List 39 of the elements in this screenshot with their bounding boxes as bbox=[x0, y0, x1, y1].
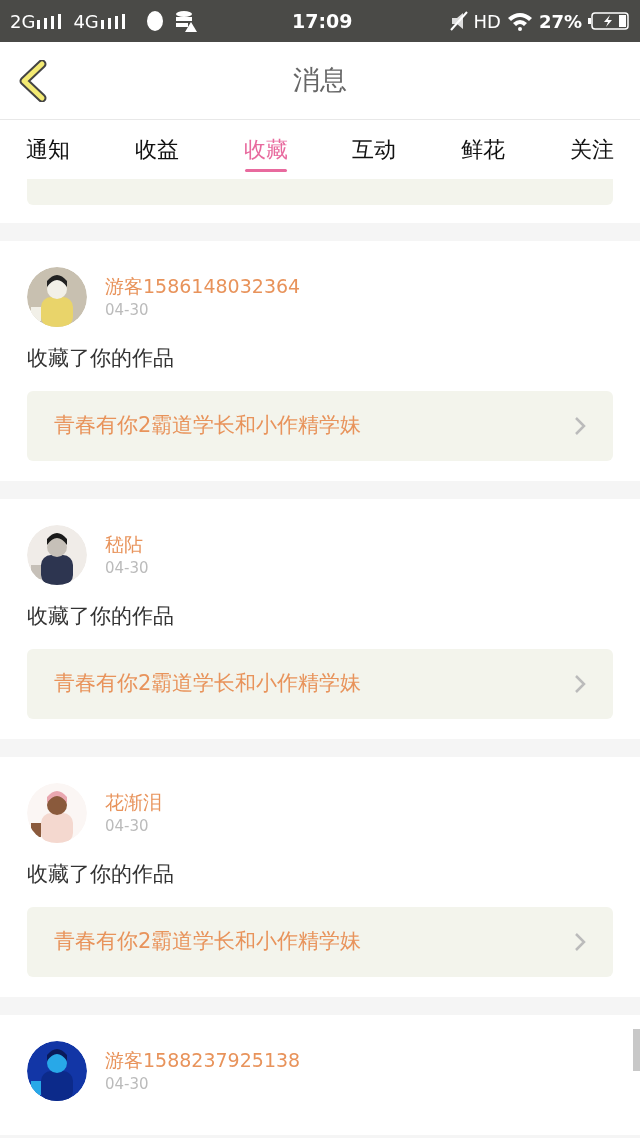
back-icon[interactable] bbox=[18, 59, 48, 102]
message-date: 04-30 bbox=[105, 816, 150, 836]
tab[interactable]: 鲜花 bbox=[461, 120, 506, 179]
battery-percent: 27% bbox=[538, 9, 582, 34]
message-text: 收藏了你的作品 bbox=[27, 345, 175, 372]
user-name[interactable]: 游客1586148032364 bbox=[105, 273, 301, 299]
chevron-right-icon bbox=[574, 674, 586, 694]
mute-icon bbox=[449, 11, 468, 31]
network-label: 4G bbox=[73, 9, 99, 34]
scrollbar bbox=[633, 1029, 640, 1071]
database-warning-icon bbox=[174, 10, 197, 32]
hd-label: HD bbox=[473, 9, 501, 34]
tab[interactable]: 收益 bbox=[134, 120, 179, 179]
message-text: 收藏了你的作品 bbox=[27, 603, 175, 630]
message-date: 04-30 bbox=[105, 1074, 150, 1094]
message-date: 04-30 bbox=[105, 558, 149, 578]
message-date: 04-30 bbox=[105, 300, 150, 320]
work-link-box[interactable]: 青春有你2霸道学长和小作精学妹 bbox=[27, 649, 613, 719]
tab[interactable]: 收藏 bbox=[243, 120, 288, 179]
clock-time: 17:09 bbox=[292, 8, 353, 34]
battery-charging-icon bbox=[588, 12, 630, 30]
work-title: 青春有你2霸道学长和小作精学妹 bbox=[54, 670, 362, 698]
chevron-right-icon bbox=[574, 932, 586, 952]
message-text: 收藏了你的作品 bbox=[27, 861, 175, 888]
tab[interactable]: 关注 bbox=[570, 120, 614, 179]
tab-indicator bbox=[244, 169, 287, 172]
user-name[interactable]: 嵇阽 bbox=[105, 531, 149, 557]
tab[interactable]: 互动 bbox=[352, 120, 397, 179]
work-title: 青春有你2霸道学长和小作精学妹 bbox=[54, 928, 362, 956]
work-link-box[interactable]: 青春有你2霸道学长和小作精学妹 bbox=[27, 907, 613, 977]
wifi-icon bbox=[506, 11, 533, 31]
user-name[interactable]: 游客1588237925138 bbox=[105, 1047, 301, 1073]
tab[interactable]: 通知 bbox=[26, 120, 70, 179]
chevron-right-icon bbox=[574, 416, 586, 436]
user-name[interactable]: 花渐泪 bbox=[105, 789, 162, 815]
work-title: 青春有你2霸道学长和小作精学妹 bbox=[54, 412, 362, 440]
page-title: 消息 bbox=[293, 63, 347, 98]
work-link-box[interactable]: 青春有你2霸道学长和小作精学妹 bbox=[27, 391, 613, 461]
network-label: 2G bbox=[10, 9, 36, 34]
